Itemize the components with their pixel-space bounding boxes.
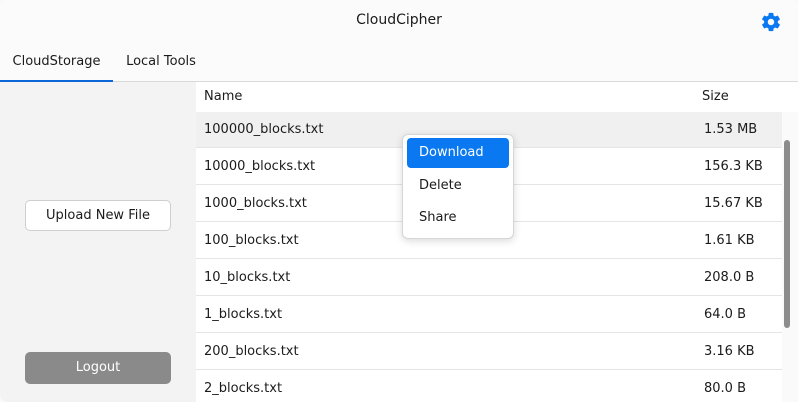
- column-header-size[interactable]: Size: [702, 82, 729, 112]
- title-bar: CloudCipher: [0, 0, 798, 44]
- file-size: 208.0 B: [704, 270, 755, 285]
- tab-bar: CloudStorage Local Tools: [0, 44, 798, 82]
- file-size: 1.53 MB: [704, 122, 758, 137]
- file-name: 10000_blocks.txt: [204, 159, 316, 174]
- file-size: 3.16 KB: [704, 344, 755, 359]
- table-row[interactable]: 1_blocks.txt 64.0 B: [196, 297, 782, 333]
- file-size: 1.61 KB: [704, 233, 755, 248]
- file-name: 200_blocks.txt: [204, 344, 299, 359]
- file-table: Name Size 100000_blocks.txt 1.53 MB 1000…: [196, 82, 798, 402]
- file-size: 156.3 KB: [704, 159, 763, 174]
- logout-button[interactable]: Logout: [25, 352, 171, 384]
- scrollbar-thumb[interactable]: [784, 140, 790, 328]
- table-row[interactable]: 2_blocks.txt 80.0 B: [196, 371, 782, 402]
- app-window: CloudCipher CloudStorage Local Tools Upl…: [0, 0, 798, 402]
- menu-item-share[interactable]: Share: [407, 203, 509, 233]
- file-name: 100_blocks.txt: [204, 233, 299, 248]
- file-size: 64.0 B: [704, 307, 746, 322]
- menu-item-delete[interactable]: Delete: [407, 171, 509, 201]
- file-name: 10_blocks.txt: [204, 270, 291, 285]
- tab-cloudstorage[interactable]: CloudStorage: [0, 44, 113, 82]
- context-menu: Download Delete Share: [402, 134, 514, 239]
- file-size: 15.67 KB: [704, 196, 763, 211]
- file-name: 1_blocks.txt: [204, 307, 283, 322]
- file-name: 2_blocks.txt: [204, 381, 283, 396]
- sidebar: Upload New File Logout: [0, 82, 196, 402]
- menu-item-download[interactable]: Download: [407, 138, 509, 168]
- table-row[interactable]: 10_blocks.txt 208.0 B: [196, 260, 782, 296]
- file-name: 100000_blocks.txt: [204, 122, 324, 137]
- upload-new-file-button[interactable]: Upload New File: [25, 200, 171, 231]
- app-title: CloudCipher: [356, 12, 442, 28]
- file-name: 1000_blocks.txt: [204, 196, 307, 211]
- file-size: 80.0 B: [704, 381, 746, 396]
- gear-icon[interactable]: [760, 11, 782, 33]
- table-row[interactable]: 200_blocks.txt 3.16 KB: [196, 334, 782, 370]
- column-header-name[interactable]: Name: [204, 82, 242, 112]
- tab-local-tools[interactable]: Local Tools: [113, 44, 209, 81]
